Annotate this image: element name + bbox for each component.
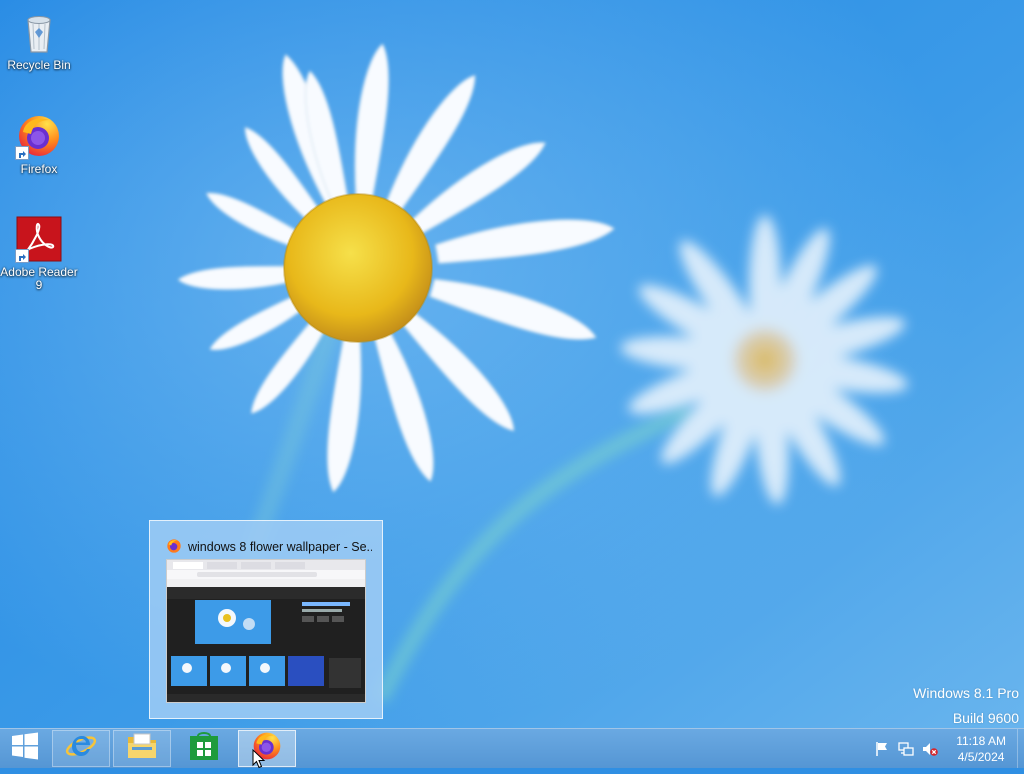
taskbar: 11:18 AM 4/5/2024 <box>0 728 1024 768</box>
os-edition-text: Windows 8.1 Pro <box>913 685 1019 701</box>
os-build-text: Build 9600 <box>952 710 1019 726</box>
taskbar-store[interactable] <box>175 730 233 767</box>
shortcut-arrow-icon <box>15 249 29 263</box>
clock-time: 11:18 AM <box>956 734 1006 748</box>
recycle-bin-icon <box>15 8 63 56</box>
internet-explorer-icon <box>65 730 97 767</box>
taskbar-file-explorer[interactable] <box>113 730 171 767</box>
desktop-icon-label: Firefox <box>20 162 58 176</box>
desktop-icon-label: Recycle Bin <box>7 58 71 72</box>
firefox-icon <box>166 538 182 556</box>
clock-date: 4/5/2024 <box>957 750 1005 764</box>
taskbar-thumbnail-preview[interactable]: windows 8 flower wallpaper - Se... <box>149 520 383 719</box>
action-center-flag-icon[interactable] <box>874 741 890 757</box>
clock[interactable]: 11:18 AM 4/5/2024 <box>956 733 1006 765</box>
file-explorer-icon <box>126 732 158 765</box>
adobe-reader-icon <box>15 215 63 263</box>
windows-logo-icon <box>11 732 39 765</box>
start-button[interactable] <box>0 730 50 767</box>
preview-window-thumbnail[interactable] <box>166 559 366 703</box>
desktop-icon-label: Adobe Reader 9 <box>0 265 78 292</box>
volume-muted-icon[interactable] <box>922 741 938 757</box>
shortcut-arrow-icon <box>15 146 29 160</box>
desktop-icon-adobe-reader[interactable]: Adobe Reader 9 <box>0 215 78 292</box>
desktop-icon-firefox[interactable]: Firefox <box>0 112 78 176</box>
desktop-icon-recycle-bin[interactable]: Recycle Bin <box>0 8 78 72</box>
store-icon <box>189 731 219 766</box>
show-desktop-button[interactable] <box>1017 729 1024 768</box>
mouse-cursor-icon <box>252 748 266 769</box>
network-icon[interactable] <box>898 741 914 757</box>
preview-title-bar: windows 8 flower wallpaper - Se... <box>166 538 372 556</box>
taskbar-internet-explorer[interactable] <box>52 730 110 767</box>
taskbar-firefox[interactable] <box>238 730 296 767</box>
preview-title: windows 8 flower wallpaper - Se... <box>188 540 372 554</box>
firefox-icon <box>15 112 63 160</box>
